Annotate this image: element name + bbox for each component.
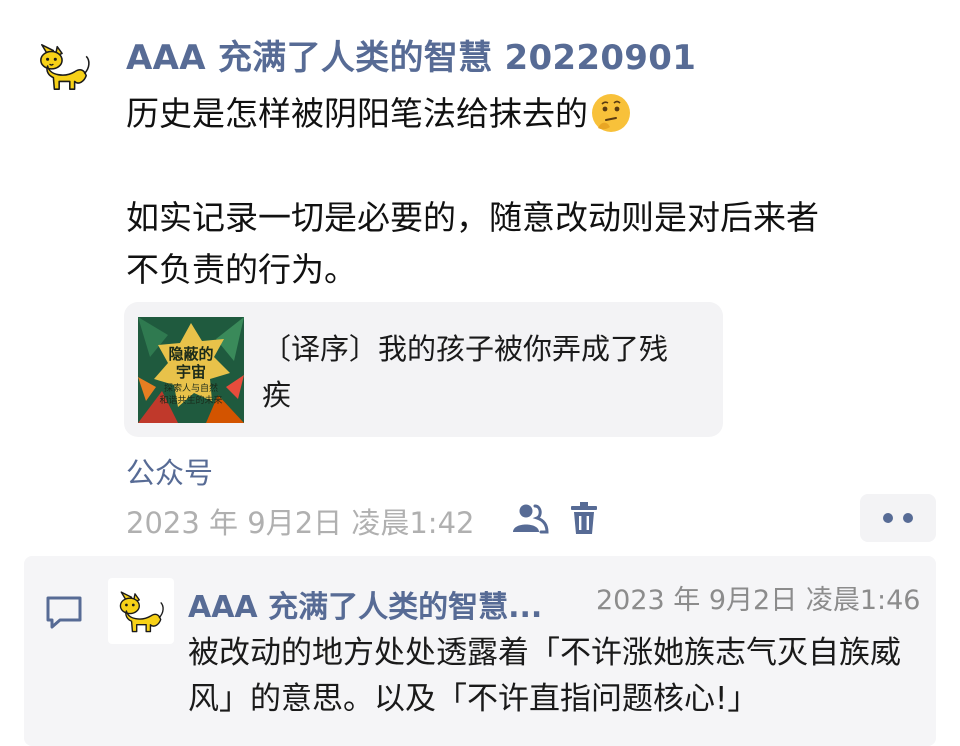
yellow-cat-icon bbox=[40, 43, 90, 90]
post-line-4: 不负责的行为。 bbox=[126, 250, 357, 289]
commenter-avatar[interactable] bbox=[108, 578, 174, 644]
article-cover-image: 隐蔽的 宇宙 探索人与自然 和谐共生的未来 bbox=[138, 317, 244, 423]
comment-time: 2023 年 9月2日 凌晨1:46 bbox=[596, 585, 921, 616]
more-dots-icon bbox=[883, 513, 913, 523]
yellow-cat-icon bbox=[119, 591, 164, 633]
post-author[interactable]: AAA 充满了人类的智慧 20220901 bbox=[126, 30, 696, 79]
cover-subtitle-line-2: 和谐共生的未来 bbox=[159, 396, 223, 406]
comments-section: AAA 充满了人类的智慧... 2023 年 9月2日 凌晨1:46 被改动的地… bbox=[24, 556, 936, 746]
thinking-face-emoji bbox=[592, 94, 630, 132]
source-link[interactable]: 公众号 bbox=[126, 450, 213, 492]
more-button[interactable] bbox=[860, 494, 936, 542]
comment-text[interactable]: 被改动的地方处处透露着「不许涨她族志气灭自族威风」的意思。以及「不许直指问题核心… bbox=[188, 630, 928, 722]
author-avatar[interactable] bbox=[36, 38, 92, 94]
cover-subtitle-line-1: 探索人与自然 bbox=[163, 384, 218, 394]
cover-title-line-1: 隐蔽的 bbox=[168, 345, 214, 363]
post-timestamp: 2023 年 9月2日 凌晨1:42 bbox=[126, 506, 475, 540]
post-line-1: 历史是怎样被阴阳笔法给抹去的 bbox=[126, 94, 588, 133]
comment-section-icon bbox=[44, 594, 84, 634]
visibility-button[interactable] bbox=[510, 500, 550, 536]
delete-button[interactable] bbox=[566, 498, 602, 538]
shared-article-card[interactable]: 隐蔽的 宇宙 探索人与自然 和谐共生的未来 〔译序〕我的孩子被你弄成了残疾 bbox=[124, 302, 723, 437]
person-group-icon bbox=[513, 504, 549, 534]
article-title: 〔译序〕我的孩子被你弄成了残疾 bbox=[262, 332, 669, 412]
comment-bubble-icon bbox=[46, 596, 82, 629]
comment-author[interactable]: AAA 充满了人类的智慧... bbox=[188, 582, 542, 626]
trash-icon bbox=[571, 502, 597, 534]
post-body: 历史是怎样被阴阳笔法给抹去的 如实记录一切是必要的，随意改动则是对后来者 不负责… bbox=[126, 88, 936, 296]
post-line-3: 如实记录一切是必要的，随意改动则是对后来者 bbox=[126, 198, 819, 237]
cover-title-line-2: 宇宙 bbox=[175, 363, 206, 381]
